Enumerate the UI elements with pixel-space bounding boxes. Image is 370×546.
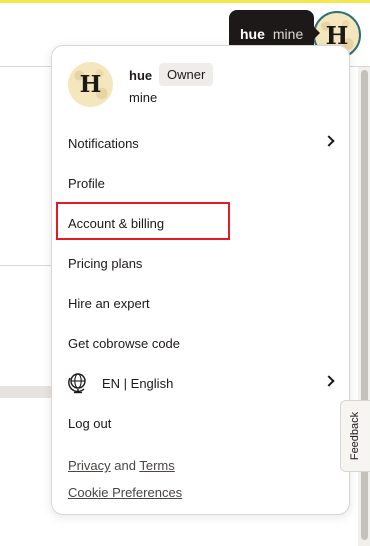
menu-item-pricing-plans[interactable]: Pricing plans: [68, 250, 333, 276]
menu-item-cobrowse-code[interactable]: Get cobrowse code: [68, 330, 333, 356]
globe-icon: [68, 373, 86, 394]
menu-team-name: mine: [129, 90, 158, 105]
chevron-right-icon: [323, 375, 335, 387]
privacy-link[interactable]: Privacy: [68, 458, 111, 473]
menu-item-label: Pricing plans: [68, 255, 143, 271]
legal-links: Privacy and Terms: [68, 458, 175, 473]
top-accent-bar: [0, 0, 370, 3]
feedback-tab[interactable]: Feedback: [340, 400, 370, 472]
tooltip-user-name: hue: [240, 25, 265, 42]
menu-item-label: Get cobrowse code: [68, 335, 181, 351]
menu-item-log-out[interactable]: Log out: [68, 410, 333, 436]
cookie-preferences-link[interactable]: Cookie Preferences: [68, 485, 182, 500]
feedback-label: Feedback: [349, 411, 362, 461]
menu-item-language[interactable]: EN | English: [68, 370, 335, 396]
menu-item-profile[interactable]: Profile: [68, 170, 333, 196]
chevron-right-icon: [323, 135, 335, 147]
menu-item-label: Hire an expert: [68, 295, 150, 311]
menu-user-name: hue: [129, 68, 153, 83]
menu-item-hire-expert[interactable]: Hire an expert: [68, 290, 333, 316]
menu-item-label: Log out: [68, 415, 112, 431]
menu-item-label: Profile: [68, 175, 105, 191]
menu-item-label: Notifications: [68, 135, 139, 151]
menu-avatar: H: [68, 62, 113, 107]
menu-item-notifications[interactable]: Notifications: [68, 130, 335, 156]
legal-links-and: and: [114, 458, 136, 473]
tooltip-team-name: mine: [272, 25, 304, 42]
menu-item-label: EN | English: [102, 375, 174, 391]
role-badge: Owner: [159, 63, 214, 86]
menu-item-account-billing[interactable]: Account & billing: [68, 210, 333, 236]
menu-avatar-initial: H: [79, 71, 102, 98]
account-menu: H hue Owner mine Notifications Profile A…: [51, 45, 350, 515]
terms-link[interactable]: Terms: [139, 458, 174, 473]
menu-item-label: Account & billing: [68, 215, 165, 231]
